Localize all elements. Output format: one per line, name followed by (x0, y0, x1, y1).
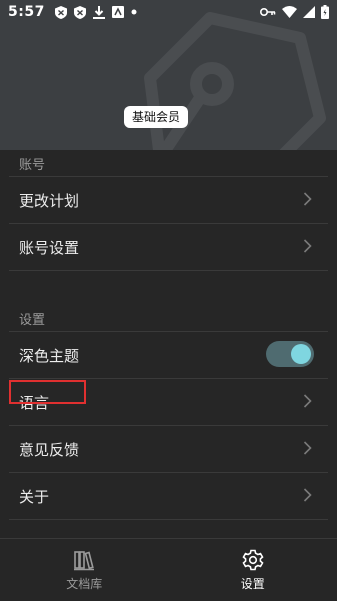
tab-settings-label: 设置 (241, 575, 265, 592)
shield-icon (74, 6, 86, 19)
bottom-tab-bar: 文档库 设置 (0, 538, 337, 601)
language-item[interactable]: 语言 (9, 378, 328, 425)
highlight-box (9, 380, 86, 404)
signal-icon (303, 6, 315, 18)
about-item[interactable]: 关于 (9, 472, 328, 519)
profile-header: 5:57 基础会员 (0, 0, 337, 150)
status-time: 5:57 (8, 4, 45, 20)
chevron-right-icon (303, 488, 312, 502)
change-plan-item[interactable]: 更改计划 (9, 176, 328, 223)
battery-icon (321, 5, 329, 19)
section-divider (9, 270, 328, 305)
status-bar: 5:57 (0, 0, 337, 24)
account-settings-label: 账号设置 (19, 237, 79, 258)
gear-icon (242, 549, 264, 571)
tab-library-label: 文档库 (66, 575, 102, 592)
section-title-account: 账号 (0, 150, 337, 176)
chevron-right-icon (303, 239, 312, 253)
dark-theme-item: 深色主题 (9, 331, 328, 378)
about-label: 关于 (19, 486, 49, 507)
tab-library[interactable]: 文档库 (0, 539, 169, 601)
tab-settings[interactable]: 设置 (169, 539, 337, 601)
dot-icon (131, 9, 137, 15)
chevron-right-icon (303, 441, 312, 455)
key-icon (260, 7, 276, 17)
account-settings-item[interactable]: 账号设置 (9, 223, 328, 270)
shield-icon (55, 6, 67, 19)
section-title-settings: 设置 (0, 305, 337, 331)
feedback-item[interactable]: 意见反馈 (9, 425, 328, 472)
app-notification-icon (112, 6, 124, 18)
feedback-label: 意见反馈 (19, 439, 79, 460)
library-icon (73, 549, 95, 571)
dark-theme-toggle[interactable] (266, 341, 314, 367)
pen-nib-logo-icon (140, 8, 337, 150)
wifi-icon (282, 6, 297, 18)
settings-list: 账号 更改计划 账号设置 设置 深色主题 语言 意见反馈 关于 (0, 150, 337, 554)
change-plan-label: 更改计划 (19, 190, 79, 211)
dark-theme-label: 深色主题 (19, 345, 79, 366)
toggle-knob (291, 344, 311, 364)
chevron-right-icon (303, 394, 312, 408)
chevron-right-icon (303, 192, 312, 206)
download-icon (93, 6, 105, 19)
membership-badge: 基础会员 (124, 106, 188, 128)
